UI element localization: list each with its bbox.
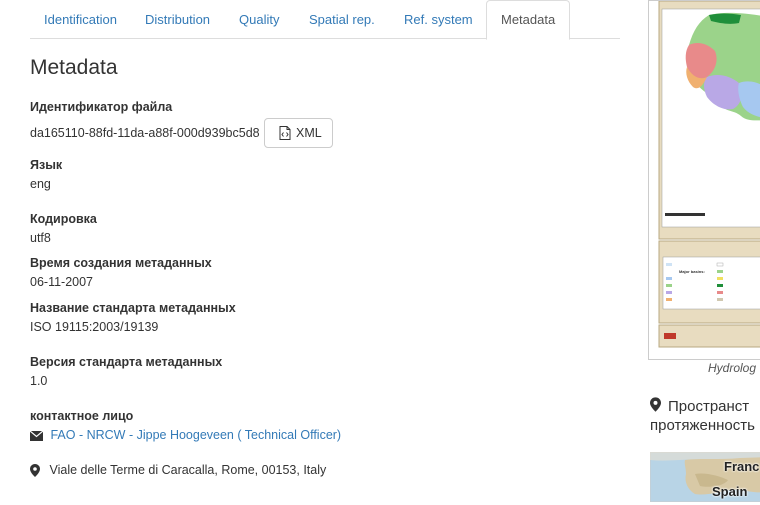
encoding-value: utf8 — [30, 231, 51, 245]
tab-spatial-rep[interactable]: Spatial rep. — [295, 0, 389, 39]
metadata-tabs: Identification Distribution Quality Spat… — [30, 0, 620, 40]
encoding-label: Кодировка — [30, 212, 97, 226]
hydrology-map-image — [649, 0, 760, 359]
standard-name-label: Название стандарта метаданных — [30, 301, 236, 315]
date-stamp-value: 06-11-2007 — [30, 275, 94, 289]
standard-version-value: 1.0 — [30, 374, 48, 388]
extent-map[interactable]: Franc Spain — [649, 451, 760, 503]
map-thumbnail[interactable]: Major basins: — [648, 0, 760, 360]
contact-address-row: Viale delle Terme di Caracalla, Rome, 00… — [30, 463, 327, 478]
contact-address: Viale delle Terme di Caracalla, Rome, 00… — [49, 463, 327, 477]
contact-label: контактное лицо — [30, 409, 134, 423]
tab-ref-system[interactable]: Ref. system — [390, 0, 487, 39]
date-stamp-label: Время создания метаданных — [30, 256, 212, 270]
contact-email-row: FAO - NRCW - Jippe Hoogeveen ( Technical… — [29, 428, 341, 442]
map-legend-heading: Major basins: — [679, 269, 705, 274]
tab-distribution[interactable]: Distribution — [131, 0, 224, 39]
tab-quality[interactable]: Quality — [225, 0, 293, 39]
file-identifier-value: da165110-88fd-11da-a88f-000d939bc5d8 — [30, 126, 260, 140]
xml-button[interactable]: XML — [264, 118, 333, 148]
spatial-extent-title-line1: Пространст — [668, 398, 750, 415]
xml-button-label: XML — [296, 126, 322, 140]
map-marker-icon — [30, 464, 40, 478]
file-code-icon — [279, 126, 291, 140]
language-value: eng — [30, 177, 51, 191]
tab-identification[interactable]: Identification — [30, 0, 131, 39]
map-caption: Hydrolog — [708, 361, 757, 375]
extent-map-label-spain: Spain — [712, 484, 748, 499]
contact-email-link[interactable]: FAO - NRCW - Jippe Hoogeveen ( Technical… — [50, 428, 341, 442]
file-identifier-label: Идентификатор файла — [30, 100, 173, 114]
spatial-extent-title-line2: протяженность — [650, 417, 755, 434]
tab-metadata[interactable]: Metadata — [486, 0, 571, 40]
map-marker-icon — [650, 397, 661, 412]
standard-version-label: Версия стандарта метаданных — [30, 355, 223, 369]
spatial-extent-heading: Пространст протяженность — [650, 397, 755, 435]
extent-map-label-france: Franc — [724, 459, 760, 474]
language-label: Язык — [30, 158, 63, 172]
standard-name-value: ISO 19115:2003/19139 — [30, 320, 159, 334]
envelope-icon — [29, 430, 44, 441]
section-title: Metadata — [30, 56, 118, 79]
